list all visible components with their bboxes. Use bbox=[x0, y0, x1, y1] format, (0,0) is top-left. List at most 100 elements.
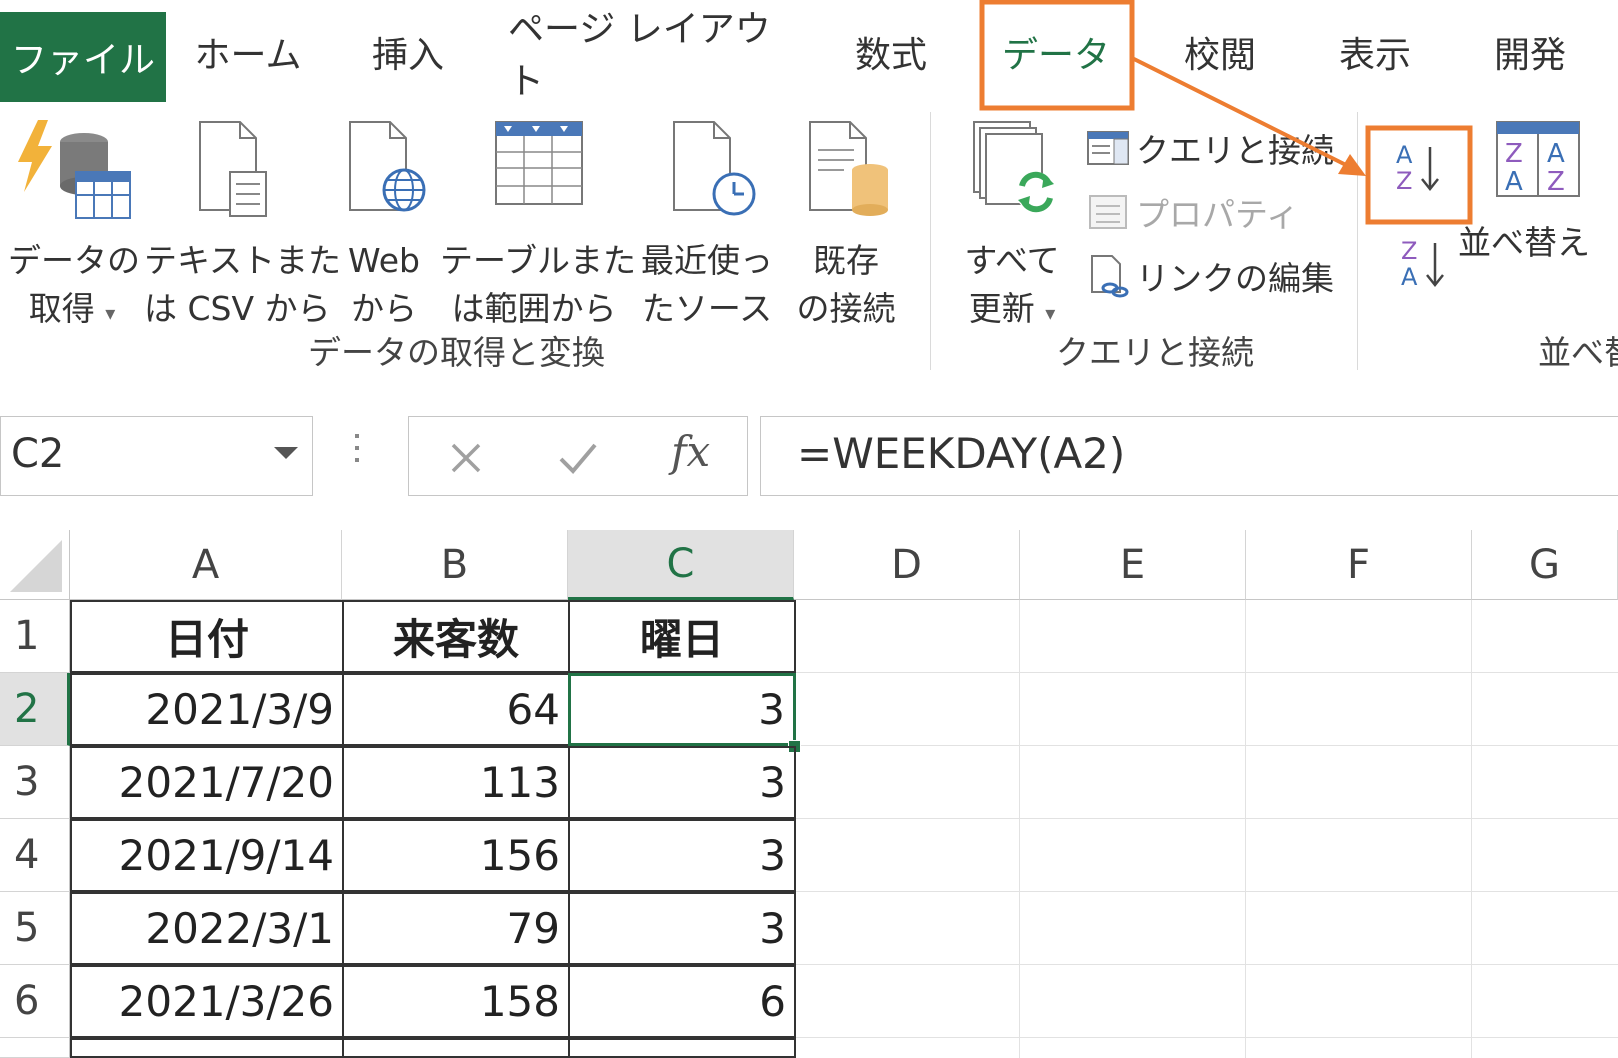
cell-a5[interactable]: 2022/3/1 bbox=[70, 892, 344, 965]
tab-review[interactable]: 校閲 bbox=[1160, 0, 1280, 104]
cell-b5[interactable]: 79 bbox=[342, 892, 570, 965]
get-data-button[interactable]: データの 取得 ▾ bbox=[8, 116, 140, 337]
tab-home[interactable]: ホーム bbox=[178, 0, 318, 104]
get-data-label-1: データの bbox=[8, 241, 140, 280]
tab-formulas[interactable]: 数式 bbox=[826, 0, 956, 104]
sort-descending-icon: Z A bbox=[1401, 237, 1444, 291]
row-header-5[interactable]: 5 bbox=[0, 892, 70, 965]
name-box-dropdown-icon[interactable] bbox=[274, 447, 298, 459]
edit-links-button[interactable]: リンクの編集 bbox=[1086, 252, 1334, 300]
recent-sources-icon bbox=[673, 121, 756, 216]
cell-c7[interactable] bbox=[568, 1038, 796, 1058]
cell-c6[interactable]: 6 bbox=[568, 965, 796, 1038]
tab-developer[interactable]: 開発 bbox=[1470, 0, 1590, 104]
refresh-icon bbox=[973, 121, 1056, 213]
sort-label[interactable]: 並べ替え bbox=[1458, 216, 1590, 264]
formula-text: =WEEKDAY(A2) bbox=[797, 429, 1126, 478]
svg-text:A: A bbox=[1401, 263, 1418, 291]
row-header-6[interactable]: 6 bbox=[0, 965, 70, 1038]
cell-c1[interactable]: 曜日 bbox=[568, 600, 796, 673]
formula-input[interactable]: =WEEKDAY(A2) bbox=[760, 416, 1618, 496]
cell-b1[interactable]: 来客数 bbox=[342, 600, 570, 673]
web-label-1: Web bbox=[348, 241, 420, 280]
column-header-d[interactable]: D bbox=[794, 530, 1020, 600]
column-header-f[interactable]: F bbox=[1246, 530, 1472, 600]
existing-connections-button[interactable]: 既存 の接続 bbox=[784, 116, 908, 333]
group-label-sort: 並べ替 bbox=[1538, 333, 1618, 372]
svg-text:A: A bbox=[1396, 141, 1413, 169]
ribbon-data: データの 取得 ▾ テキストまた は CSV から Web から テーブルまた … bbox=[0, 104, 1618, 377]
group-separator bbox=[1357, 112, 1358, 370]
ribbon-tab-bar: ファイル ホーム 挿入 ページ レイアウト 数式 データ 校閲 表示 開発 bbox=[0, 0, 1618, 105]
cell-b3[interactable]: 113 bbox=[342, 746, 570, 819]
cell-a7[interactable] bbox=[70, 1038, 344, 1058]
tab-view[interactable]: 表示 bbox=[1315, 0, 1435, 104]
select-all-corner[interactable] bbox=[0, 530, 70, 600]
get-data-label-2: 取得 ▾ bbox=[28, 289, 116, 328]
tab-insert[interactable]: 挿入 bbox=[348, 0, 468, 104]
row-header-2[interactable]: 2 bbox=[0, 673, 70, 746]
formula-bar: C2 fx =WEEKDAY(A2) bbox=[0, 376, 1618, 521]
cell-a6[interactable]: 2021/3/26 bbox=[70, 965, 344, 1038]
properties-button[interactable]: プロパティ bbox=[1086, 188, 1299, 236]
formula-bar-grip-icon[interactable] bbox=[355, 434, 359, 478]
row-header-3[interactable]: 3 bbox=[0, 746, 70, 819]
cell-a3[interactable]: 2021/7/20 bbox=[70, 746, 344, 819]
queries-connections-label: クエリと接続 bbox=[1136, 131, 1334, 170]
sort-ascending-button[interactable]: A Z bbox=[1380, 128, 1460, 208]
insert-function-icon[interactable]: fx bbox=[671, 427, 710, 476]
cell-b2[interactable]: 64 bbox=[342, 673, 570, 746]
sort-dialog-button[interactable]: Z A A Z bbox=[1468, 118, 1608, 211]
dropdown-caret-icon: ▾ bbox=[1045, 301, 1056, 325]
edit-links-label: リンクの編集 bbox=[1136, 259, 1334, 298]
recent-sources-button[interactable]: 最近使っ たソース bbox=[632, 116, 782, 333]
empty-cells-area[interactable] bbox=[794, 600, 1618, 1058]
column-header-b[interactable]: B bbox=[342, 530, 568, 600]
sort-dialog-icon: Z A A Z bbox=[1496, 121, 1580, 197]
column-header-c[interactable]: C bbox=[568, 530, 794, 600]
cell-a4[interactable]: 2021/9/14 bbox=[70, 819, 344, 892]
from-web-button[interactable]: Web から bbox=[336, 116, 432, 333]
svg-text:A: A bbox=[1505, 167, 1523, 197]
tab-page-layout[interactable]: ページ レイアウト bbox=[508, 0, 778, 104]
cell-b4[interactable]: 156 bbox=[342, 819, 570, 892]
get-data-icon bbox=[18, 120, 131, 219]
queries-connections-icon bbox=[1087, 131, 1129, 165]
name-box-value: C2 bbox=[11, 431, 65, 477]
name-box[interactable]: C2 bbox=[0, 416, 313, 496]
table-range-icon bbox=[495, 121, 583, 205]
cell-c5[interactable]: 3 bbox=[568, 892, 796, 965]
row-header-1[interactable]: 1 bbox=[0, 600, 70, 673]
cell-a1[interactable]: 日付 bbox=[70, 600, 344, 673]
text-csv-button[interactable]: テキストまた は CSV から bbox=[144, 116, 342, 333]
queries-connections-button[interactable]: クエリと接続 bbox=[1086, 124, 1334, 172]
existing-connections-icon bbox=[809, 121, 888, 216]
svg-text:A: A bbox=[1547, 139, 1565, 169]
cell-c3[interactable]: 3 bbox=[568, 746, 796, 819]
refresh-all-button[interactable]: すべて 更新 ▾ bbox=[944, 116, 1080, 337]
column-header-e[interactable]: E bbox=[1020, 530, 1246, 600]
sort-descending-button[interactable]: Z A bbox=[1390, 230, 1460, 300]
column-header-a[interactable]: A bbox=[70, 530, 342, 600]
row-header-4[interactable]: 4 bbox=[0, 819, 70, 892]
sort-label-text: 並べ替え bbox=[1458, 223, 1590, 262]
enter-check-icon[interactable] bbox=[557, 439, 599, 477]
from-table-range-button[interactable]: テーブルまた は範囲から bbox=[440, 116, 636, 333]
text-csv-label-1: テキストまた bbox=[144, 241, 342, 280]
row-header-7[interactable] bbox=[0, 1038, 70, 1058]
cell-b6[interactable]: 158 bbox=[342, 965, 570, 1038]
recent-sources-label-2: たソース bbox=[641, 289, 773, 328]
recent-sources-label-1: 最近使っ bbox=[641, 241, 773, 280]
cell-c4[interactable]: 3 bbox=[568, 819, 796, 892]
sort-ascending-icon: A Z bbox=[1396, 141, 1439, 195]
tab-data[interactable]: データ bbox=[982, 0, 1130, 104]
tab-file[interactable]: ファイル bbox=[0, 12, 166, 102]
dropdown-caret-icon: ▾ bbox=[105, 301, 116, 325]
cancel-icon[interactable] bbox=[447, 439, 485, 477]
svg-text:Z: Z bbox=[1505, 139, 1523, 169]
cell-a2[interactable]: 2021/3/9 bbox=[70, 673, 344, 746]
column-header-g[interactable]: G bbox=[1472, 530, 1618, 600]
cell-c2-selected[interactable]: 3 bbox=[568, 673, 796, 746]
group-label-queries: クエリと接続 bbox=[1056, 333, 1254, 372]
cell-b7[interactable] bbox=[342, 1038, 570, 1058]
